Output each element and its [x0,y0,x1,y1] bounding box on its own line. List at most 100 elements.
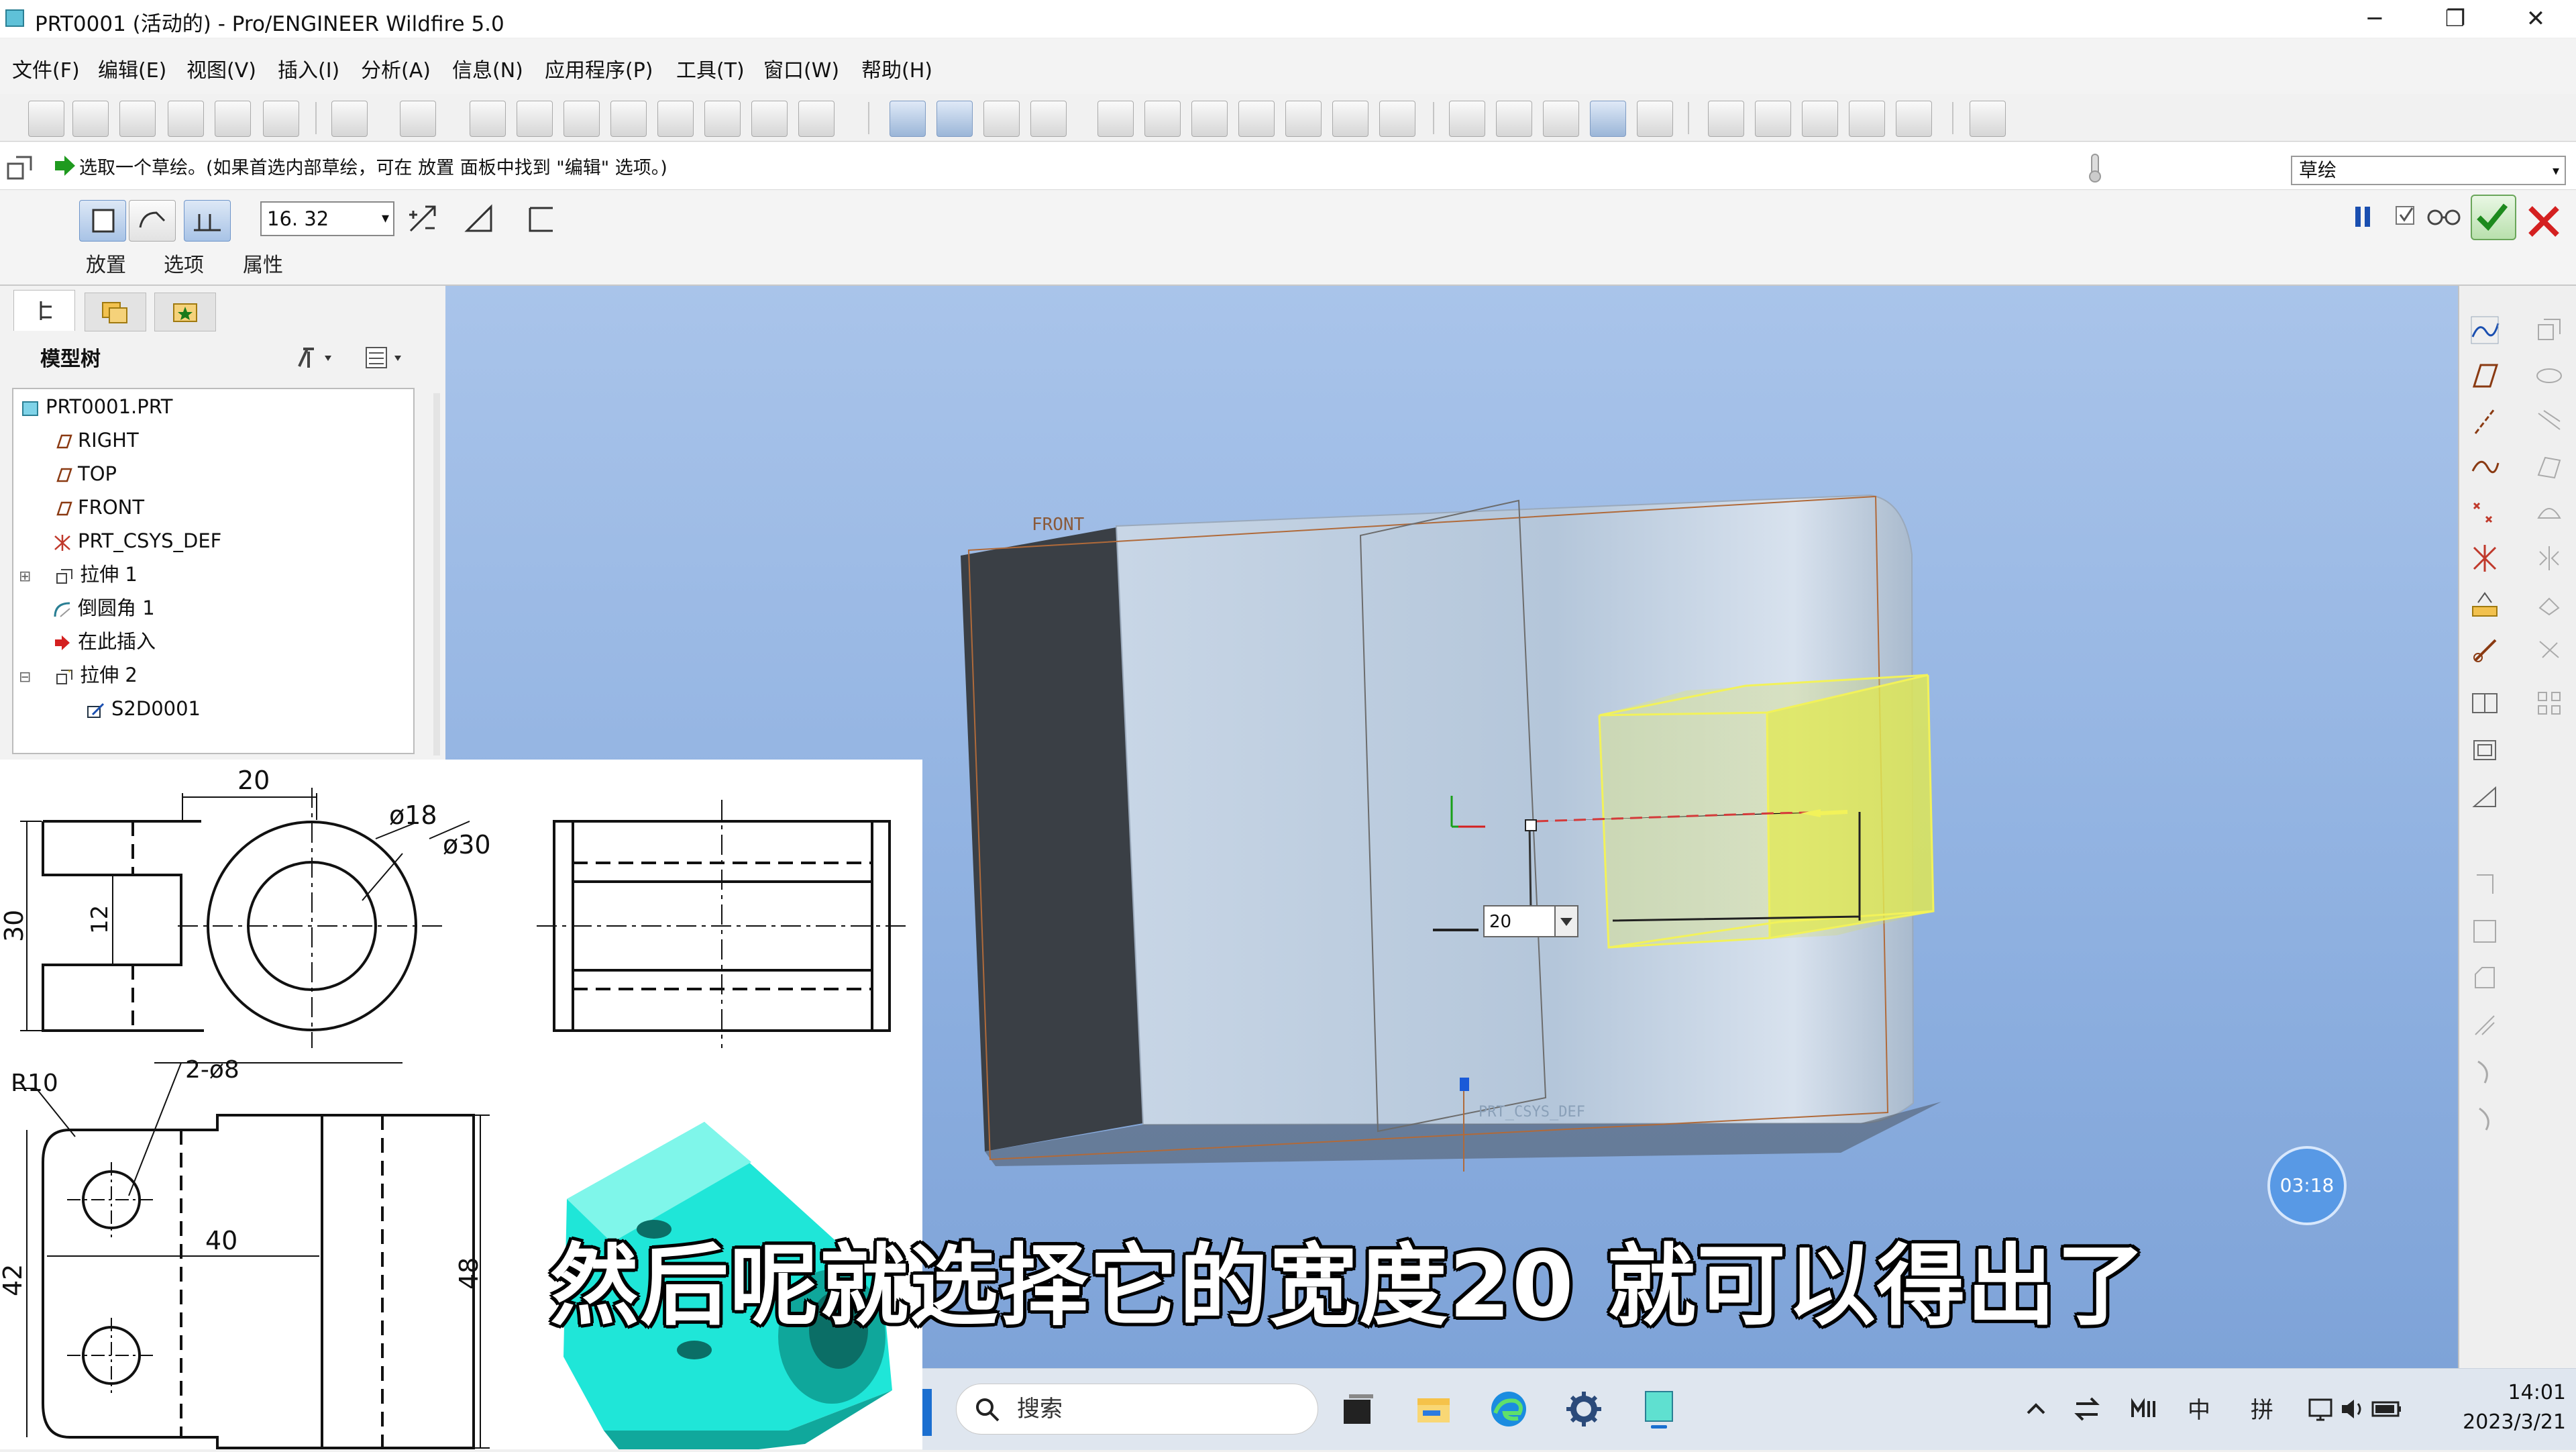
enhanced-realism-icon[interactable] [1637,101,1673,137]
menu-applications[interactable]: 应用程序(P) [545,54,653,83]
datum-curve-tool-icon[interactable] [2469,451,2501,483]
pause-icon[interactable] [2351,203,2375,231]
tree-columns-icon[interactable] [362,342,409,373]
tab-model-tree[interactable] [13,290,75,331]
tab-favorites[interactable] [154,293,216,331]
saved-views-icon[interactable] [1285,101,1322,137]
depth-option-button[interactable] [184,200,231,242]
proe-app-icon[interactable] [1639,1386,1679,1429]
pattern-tool-icon[interactable] [2533,687,2565,719]
shading-icon[interactable] [1590,101,1626,137]
zoom-in-icon[interactable] [1097,101,1134,137]
open-icon[interactable] [72,101,109,137]
tree-item-round-1[interactable]: 倒圆角 1 [52,594,155,621]
solid-extrude-button[interactable] [79,200,126,242]
undo-icon[interactable] [331,101,368,137]
tab-options[interactable]: 选项 [164,248,204,278]
paste-special-icon[interactable] [610,101,647,137]
clock-time[interactable]: 14:01 [2459,1381,2566,1404]
network-switch-icon[interactable] [2072,1394,2102,1424]
copy-icon[interactable] [517,101,553,137]
battery-icon[interactable] [2370,1394,2404,1424]
reorient-icon[interactable] [1238,101,1275,137]
menu-edit[interactable]: 编辑(E) [98,54,166,83]
tree-item-part[interactable]: PRT0001.PRT [20,393,173,420]
round-tool-icon[interactable] [2469,915,2501,947]
tab-placement[interactable]: 放置 [86,248,126,278]
revolve-feature-icon[interactable] [2533,360,2565,392]
blend-tool-icon[interactable] [2469,1103,2501,1135]
orient-mode-icon[interactable] [983,101,1020,137]
tree-item-front[interactable]: FRONT [52,494,144,521]
context-help-icon[interactable] [1970,101,2006,137]
tree-scrollbar[interactable] [433,393,440,756]
csys-tool-icon[interactable] [2469,542,2501,574]
no-hidden-icon[interactable] [1543,101,1579,137]
menu-insert[interactable]: 插入(I) [278,54,339,83]
tree-item-right[interactable]: RIGHT [52,427,139,454]
menu-file[interactable]: 文件(F) [12,54,80,83]
style-tool-icon[interactable] [2533,497,2565,529]
clock-date[interactable]: 2023/3/21 [2432,1410,2566,1434]
task-view-icon[interactable] [1338,1389,1379,1429]
chamfer-tool-icon[interactable] [2469,962,2501,994]
filter-dropdown[interactable]: 草绘 ▾ [2291,156,2566,185]
tree-item-extrude-1[interactable]: ⊞ 拉伸 1 [19,561,138,588]
mirror-tool-icon[interactable] [2533,542,2565,574]
confirm-feature-button[interactable] [2471,195,2516,240]
depth-value-input[interactable]: 16. 32 ▾ [260,201,394,236]
remove-material-icon[interactable] [462,201,498,238]
verify-checkbox-icon[interactable] [2394,203,2418,229]
boundary-blend-icon[interactable] [2533,451,2565,483]
tree-item-extrude-2[interactable]: ⊟ * 拉伸 2 [19,662,138,688]
inheritance-icon[interactable] [2469,633,2501,666]
ime-mode-indicator[interactable]: 拼 [2251,1392,2273,1424]
volume-icon[interactable] [2338,1394,2367,1424]
collapse-icon[interactable]: ⊟ [19,664,34,691]
view-manager-icon[interactable] [1379,101,1415,137]
tree-item-top[interactable]: TOP [52,460,117,487]
menu-help[interactable]: 帮助(H) [861,54,932,83]
display-style-icon[interactable] [1030,101,1067,137]
edge-browser-icon[interactable] [1489,1389,1529,1429]
close-button[interactable]: ✕ [2496,0,2576,38]
paste-icon[interactable] [564,101,600,137]
tab-folder-browser[interactable] [85,293,146,331]
menu-tools[interactable]: 工具(T) [676,54,745,83]
point-display-icon[interactable] [1802,101,1838,137]
variable-sweep-icon[interactable] [2533,405,2565,437]
cut-icon[interactable] [470,101,506,137]
axis-display-icon[interactable] [1755,101,1791,137]
revolve-tool-icon[interactable] [2469,1009,2501,1041]
thicken-sketch-icon[interactable] [523,201,559,238]
tree-item-csys[interactable]: PRT_CSYS_DEF [52,527,221,554]
refit-icon[interactable] [1191,101,1228,137]
preview-glasses-icon[interactable] [2424,203,2463,229]
flip-direction-icon[interactable] [405,201,441,238]
datum-point-tool-icon[interactable] [2469,497,2501,529]
rib-tool-icon[interactable] [2469,781,2501,813]
menu-info[interactable]: 信息(N) [452,54,523,83]
zoom-out-icon[interactable] [1144,101,1181,137]
menu-view[interactable]: 视图(V) [186,54,256,83]
repaint-icon[interactable] [890,101,926,137]
tree-item-insert-here[interactable]: 在此插入 [52,628,156,655]
save-icon[interactable] [119,101,156,137]
draft-tool-icon[interactable] [2469,868,2501,900]
regen-manager-icon[interactable] [704,101,741,137]
file-explorer-icon[interactable] [1413,1389,1454,1429]
cancel-feature-icon[interactable] [2522,200,2565,243]
start-button-edge[interactable] [922,1389,932,1436]
tree-item-sketch[interactable]: S2D0001 [86,695,201,722]
hidden-line-icon[interactable] [1496,101,1532,137]
shell-tool-icon[interactable] [2469,734,2501,766]
merge-tool-icon[interactable] [2533,588,2565,620]
extrude-tool-icon[interactable] [2533,314,2565,346]
tree-settings-icon[interactable] [294,342,341,373]
csys-display-icon[interactable] [1849,101,1885,137]
send-link-icon[interactable] [263,101,299,137]
datum-plane-tool-icon[interactable] [2469,360,2501,392]
new-icon[interactable] [28,101,64,137]
ime-language-indicator[interactable]: 中 [2188,1392,2210,1424]
menu-window[interactable]: 窗口(W) [763,54,839,83]
